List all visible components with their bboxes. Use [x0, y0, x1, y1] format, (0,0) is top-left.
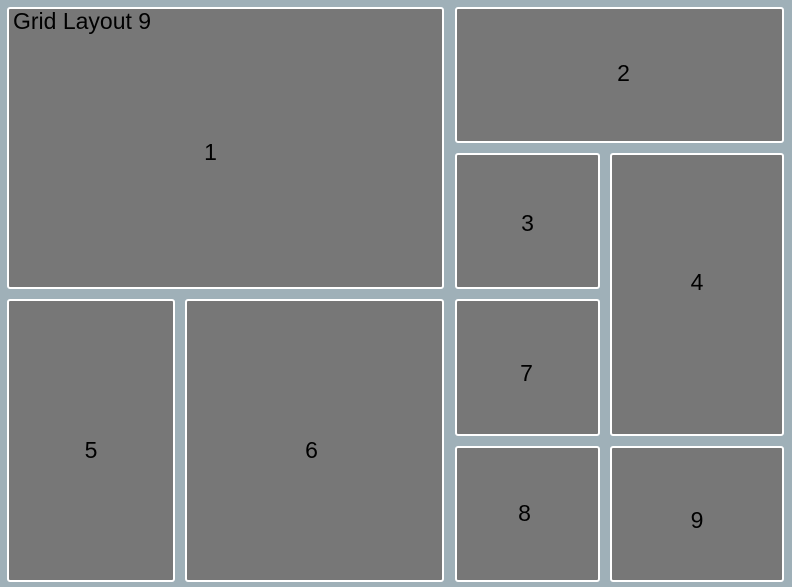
grid-cell-1: 1 — [7, 7, 444, 289]
grid-cell-9: 9 — [610, 446, 784, 582]
cell-label-4: 4 — [690, 269, 704, 295]
grid-cell-3: 3 — [455, 153, 600, 289]
grid-cell-2: 2 — [455, 7, 784, 143]
cell-label-7: 7 — [520, 360, 533, 386]
cell-label-1: 1 — [204, 138, 217, 165]
page-title: Grid Layout 9 — [13, 8, 152, 34]
cell-label-3: 3 — [521, 209, 534, 236]
cell-label-8: 8 — [518, 499, 531, 526]
grid-cell-5: 5 — [7, 299, 175, 582]
grid-cell-4: 4 — [610, 153, 784, 436]
cell-label-5: 5 — [84, 437, 98, 463]
grid-cell-6: 6 — [185, 299, 444, 582]
grid-cell-7: 7 — [455, 299, 600, 436]
cell-label-2: 2 — [617, 59, 630, 86]
cell-label-6: 6 — [305, 437, 318, 463]
cell-label-9: 9 — [690, 506, 704, 533]
grid-cell-8: 8 — [455, 446, 600, 582]
